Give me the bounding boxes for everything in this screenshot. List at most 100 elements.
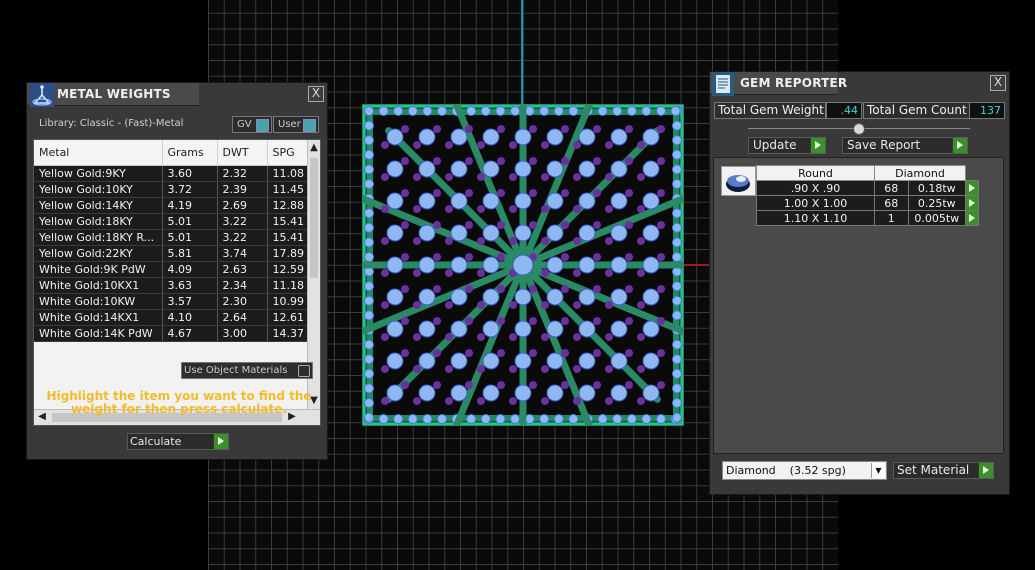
use-object-materials-radio[interactable] [298, 365, 310, 377]
material-select-value: Diamond (3.52 spg) [726, 464, 846, 477]
dwt-value: 3.22 [217, 213, 268, 230]
metal-weights-close-button[interactable]: X [308, 86, 324, 102]
material-select[interactable]: Diamond (3.52 spg) ▼ [722, 461, 887, 480]
grams-value: 4.10 [162, 309, 218, 326]
dwt-value: 2.30 [217, 293, 268, 310]
table-row[interactable]: White Gold:9K PdW 4.09 2.63 12.59 [34, 261, 311, 278]
chevron-down-icon[interactable]: ▼ [871, 463, 885, 478]
table-row[interactable]: 1.10 X 1.10 1 0.005tw [756, 210, 979, 226]
library-label: Library: Classic - (Fast)-Metal [39, 118, 184, 129]
gem-weight: 0.18tw [907, 180, 967, 196]
metal-name: White Gold:10KX1 [34, 277, 163, 294]
update-button[interactable]: Update [748, 137, 826, 154]
total-gem-weight-label: Total Gem Weight [714, 102, 826, 119]
spg-value: 17.89 [267, 245, 311, 262]
gem-list-area: Round Diamond .90 X .90 68 0.18tw 1.00 X… [713, 157, 1004, 454]
gem-material-header: Diamond [874, 165, 966, 181]
gem-count: 68 [874, 195, 909, 211]
table-row[interactable]: 1.00 X 1.00 68 0.25tw [756, 195, 979, 211]
metal-name: Yellow Gold:18KY [34, 213, 163, 230]
pave-ring-model[interactable] [362, 104, 684, 426]
save-report-go-icon [952, 138, 967, 153]
metal-name: White Gold:14KX1 [34, 309, 163, 326]
round-gem-thumbnail-icon[interactable] [721, 166, 756, 196]
metal-weights-icon [30, 83, 54, 107]
calculate-go-icon [213, 434, 228, 449]
user-toggle-box [303, 119, 316, 132]
gem-row-go-icon[interactable] [965, 210, 979, 226]
column-header-dwt[interactable]: DWT [217, 140, 268, 166]
gem-size: .90 X .90 [756, 180, 875, 196]
gem-table-header: Round Diamond [756, 165, 979, 181]
spg-value: 12.59 [267, 261, 311, 278]
gem-reporter-title: GEM REPORTER [740, 76, 848, 90]
table-row[interactable]: White Gold:14K PdW 4.67 3.00 14.37 [34, 325, 311, 342]
metal-name: White Gold:14K PdW [34, 325, 163, 342]
update-go-icon [810, 138, 825, 153]
gv-toggle-box [256, 119, 269, 132]
dwt-value: 3.22 [217, 229, 268, 246]
grams-value: 3.60 [162, 165, 218, 182]
set-material-button[interactable]: Set Material [893, 462, 994, 479]
total-gem-count-value: 137 [969, 102, 1005, 119]
scroll-up-icon[interactable]: ▲ [308, 142, 320, 154]
table-row[interactable]: White Gold:10KX1 3.63 2.34 11.18 [34, 277, 311, 294]
metal-table[interactable]: Metal Grams DWT SPG Yellow Gold:9KY 3.60 2… [33, 139, 321, 426]
grams-value: 3.72 [162, 181, 218, 198]
table-row[interactable]: Yellow Gold:18KY R... 5.01 3.22 15.41 [34, 229, 311, 246]
user-toggle-label: User [278, 119, 301, 130]
gem-size: 1.00 X 1.00 [756, 195, 875, 211]
dwt-value: 2.63 [217, 261, 268, 278]
table-row[interactable]: Yellow Gold:18KY 5.01 3.22 15.41 [34, 213, 311, 230]
column-header-metal[interactable]: Metal [34, 140, 163, 166]
dwt-value: 2.34 [217, 277, 268, 294]
instruction-text: Highlight the item you want to find the … [46, 389, 312, 416]
metal-name: Yellow Gold:9KY [34, 165, 163, 182]
gv-toggle[interactable]: GV [232, 116, 272, 133]
gem-row-go-icon[interactable] [965, 195, 979, 211]
table-row[interactable]: Yellow Gold:10KY 3.72 2.39 11.45 [34, 181, 311, 198]
dwt-value: 3.00 [217, 325, 268, 342]
dwt-value: 2.39 [217, 181, 268, 198]
table-row[interactable]: Yellow Gold:14KY 4.19 2.69 12.88 [34, 197, 311, 214]
metal-weights-panel: METAL WEIGHTS X Library: Classic - (Fast… [26, 82, 328, 460]
y-axis-line [521, 0, 523, 105]
spg-value: 15.41 [267, 229, 311, 246]
grams-value: 5.01 [162, 229, 218, 246]
gem-weight: 0.005tw [907, 210, 967, 226]
column-header-grams[interactable]: Grams [162, 140, 218, 166]
dwt-value: 2.32 [217, 165, 268, 182]
grams-value: 3.57 [162, 293, 218, 310]
table-row[interactable]: White Gold:10KW 3.57 2.30 10.99 [34, 293, 311, 310]
table-row[interactable]: Yellow Gold:9KY 3.60 2.32 11.08 [34, 165, 311, 182]
gem-row-go-icon[interactable] [965, 180, 979, 196]
use-object-materials-toggle[interactable]: Use Object Materials [181, 362, 313, 379]
grams-value: 3.63 [162, 277, 218, 294]
calculate-button[interactable]: Calculate [127, 433, 229, 450]
gem-count: 1 [874, 210, 909, 226]
spg-value: 12.88 [267, 197, 311, 214]
spg-value: 11.18 [267, 277, 311, 294]
table-row[interactable]: White Gold:14KX1 4.10 2.64 12.61 [34, 309, 311, 326]
gem-reporter-close-button[interactable]: X [990, 75, 1006, 91]
table-row[interactable]: Yellow Gold:22KY 5.81 3.74 17.89 [34, 245, 311, 262]
spg-value: 14.37 [267, 325, 311, 342]
spg-value: 11.45 [267, 181, 311, 198]
use-object-materials-label: Use Object Materials [184, 365, 288, 376]
grams-value: 4.09 [162, 261, 218, 278]
set-material-go-icon [978, 463, 993, 478]
gem-reporter-panel: GEM REPORTER X Total Gem Weight .44 Tota… [709, 71, 1010, 495]
vertical-scroll-thumb[interactable] [310, 158, 318, 278]
save-report-button[interactable]: Save Report [842, 137, 968, 154]
set-material-label: Set Material [897, 463, 970, 477]
spg-value: 11.08 [267, 165, 311, 182]
grams-value: 4.67 [162, 325, 218, 342]
total-gem-weight-value: .44 [826, 102, 862, 119]
column-header-spg[interactable]: SPG [267, 140, 311, 166]
gem-table[interactable]: Round Diamond .90 X .90 68 0.18tw 1.00 X… [756, 165, 979, 226]
metal-name: Yellow Gold:22KY [34, 245, 163, 262]
user-toggle[interactable]: User [273, 116, 319, 133]
metal-weights-title: METAL WEIGHTS [57, 87, 171, 101]
table-row[interactable]: .90 X .90 68 0.18tw [756, 180, 979, 196]
gem-slider-knob[interactable] [853, 123, 865, 135]
